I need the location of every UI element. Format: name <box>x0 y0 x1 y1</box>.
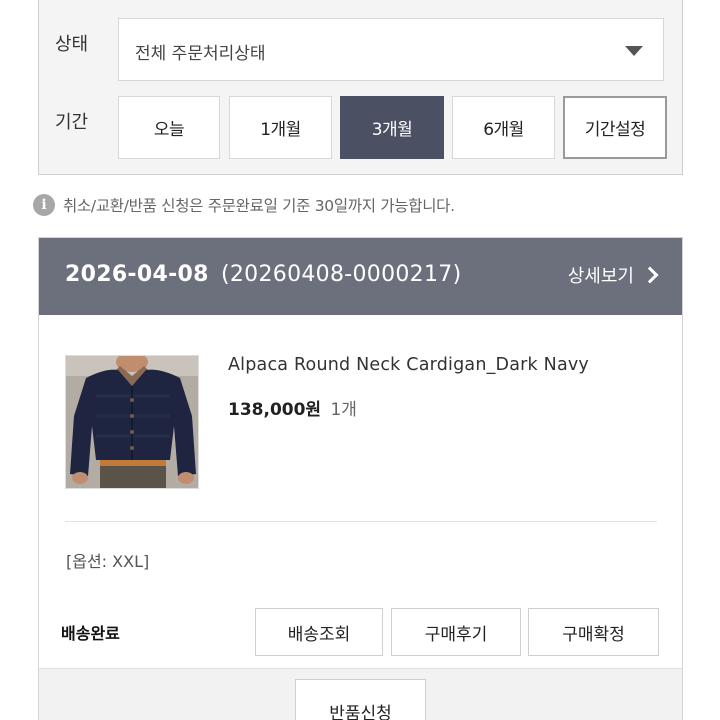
order-card: 2026-04-08 (20260408-0000217) 상세보기 Alpac… <box>38 237 683 720</box>
write-review-button[interactable]: 구매후기 <box>391 608 521 656</box>
period-6month-button[interactable]: 6개월 <box>452 96 555 159</box>
policy-notice: i 취소/교환/반품 신청은 주문완료일 기준 30일까지 가능합니다. <box>33 192 455 218</box>
info-icon: i <box>33 194 55 216</box>
delivery-status: 배송완료 <box>61 624 120 643</box>
product-name[interactable]: Alpaca Round Neck Cardigan_Dark Navy <box>228 355 589 375</box>
confirm-purchase-button[interactable]: 구매확정 <box>528 608 659 656</box>
order-number: (20260408-0000217) <box>221 262 462 287</box>
product-price: 138,000원 <box>228 400 322 420</box>
policy-notice-text: 취소/교환/반품 신청은 주문완료일 기준 30일까지 가능합니다. <box>63 197 455 215</box>
product-quantity: 1개 <box>330 400 357 420</box>
period-custom-button[interactable]: 기간설정 <box>563 96 667 159</box>
order-card-footer: 반품신청 <box>39 668 682 720</box>
order-status-select[interactable]: 전체 주문처리상태 <box>118 18 664 81</box>
track-delivery-button[interactable]: 배송조회 <box>255 608 383 656</box>
product-price-row: 138,000원 1개 <box>228 395 357 420</box>
product-image[interactable] <box>65 355 199 489</box>
order-filter-panel: 상태 전체 주문처리상태 기간 오늘 1개월 3개월 6개월 기간설정 <box>38 0 683 175</box>
order-header: 2026-04-08 (20260408-0000217) 상세보기 <box>39 238 682 315</box>
period-1month-button[interactable]: 1개월 <box>229 96 332 159</box>
return-request-button[interactable]: 반품신청 <box>295 679 426 720</box>
divider <box>65 521 657 522</box>
status-label: 상태 <box>55 34 89 55</box>
period-label: 기간 <box>55 112 89 133</box>
period-today-button[interactable]: 오늘 <box>118 96 220 159</box>
product-option: [옵션: XXL] <box>66 552 150 571</box>
order-detail-label: 상세보기 <box>567 266 634 287</box>
period-3month-button[interactable]: 3개월 <box>340 96 444 159</box>
caret-down-icon <box>625 46 643 56</box>
chevron-right-icon <box>641 266 659 284</box>
order-status-value: 전체 주문처리상태 <box>135 44 266 64</box>
order-detail-link[interactable]: 상세보기 <box>567 262 659 288</box>
order-date: 2026-04-08 <box>65 262 209 287</box>
cardigan-image <box>66 356 198 488</box>
